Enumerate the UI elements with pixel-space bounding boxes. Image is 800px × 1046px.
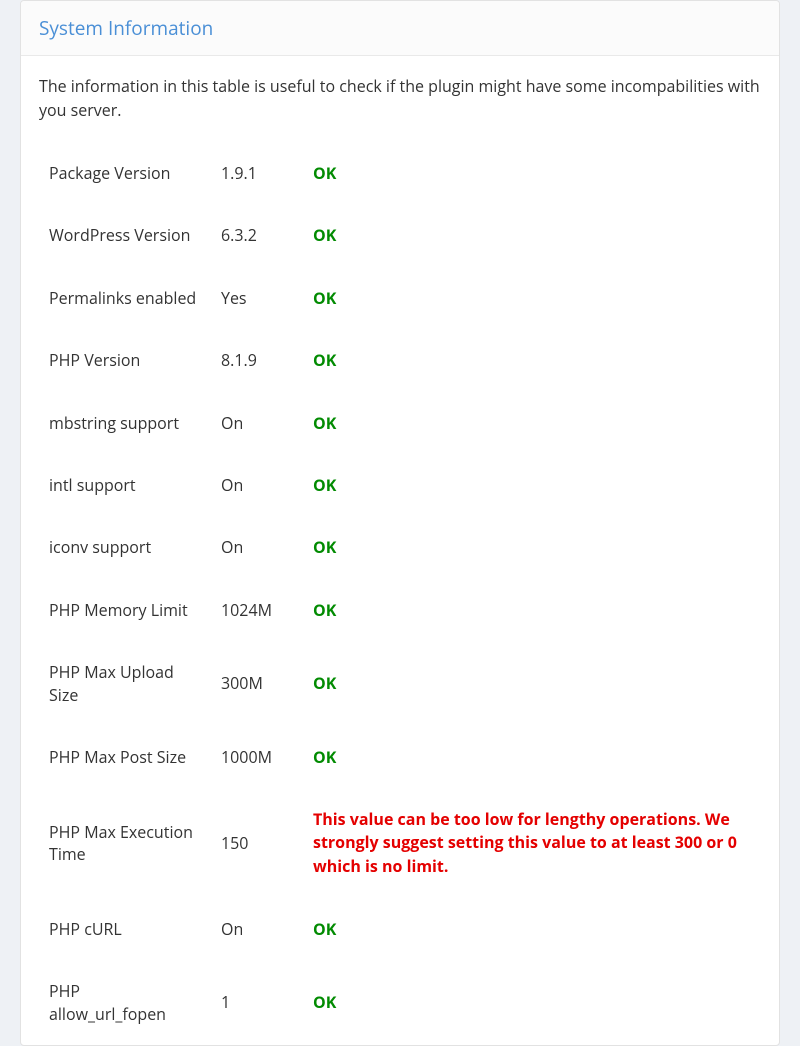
table-row: PHP Memory Limit1024M OK	[39, 579, 761, 641]
status-warning-label: This value can be too low for lengthy op…	[313, 808, 737, 876]
panel-body: The information in this table is useful …	[21, 56, 779, 1045]
system-info-table: Package Version1.9.1OKWordPress Version6…	[39, 142, 761, 1045]
status-ok-label: OK	[313, 287, 336, 309]
table-row: iconv supportOn OK	[39, 516, 761, 578]
row-label: iconv support	[39, 516, 211, 578]
row-value: 1	[211, 960, 303, 1045]
row-label: WordPress Version	[39, 204, 211, 266]
status-ok-label: OK	[313, 746, 336, 768]
table-row: PHP cURLOn OK	[39, 898, 761, 960]
row-value: On	[211, 392, 303, 454]
status-ok-label: OK	[313, 474, 336, 496]
status-ok-label: OK	[313, 672, 336, 694]
panel-header: System Information	[21, 1, 779, 56]
table-row: PHP Version8.1.9 OK	[39, 329, 761, 391]
row-status: OK	[303, 898, 761, 960]
row-status: OK	[303, 392, 761, 454]
panel-title: System Information	[39, 15, 761, 41]
row-value: 150	[211, 788, 303, 898]
row-value: 300M	[211, 641, 303, 726]
table-row: PHP Max Execution Time150This value can …	[39, 788, 761, 898]
table-row: intl supportOn OK	[39, 454, 761, 516]
row-status: OK	[303, 516, 761, 578]
row-label: PHP Version	[39, 329, 211, 391]
row-status: OK	[303, 454, 761, 516]
table-row: Package Version1.9.1 OK	[39, 142, 761, 204]
panel-description: The information in this table is useful …	[39, 74, 761, 122]
table-row: WordPress Version6.3.2 OK	[39, 204, 761, 266]
row-label: PHP Max Execution Time	[39, 788, 211, 898]
row-status: OK	[303, 579, 761, 641]
row-status: OK	[303, 726, 761, 788]
row-status: OK	[303, 641, 761, 726]
status-ok-label: OK	[313, 162, 336, 184]
row-value: On	[211, 454, 303, 516]
row-label: PHP allow_url_fopen	[39, 960, 211, 1045]
row-value: On	[211, 898, 303, 960]
row-status: OK	[303, 267, 761, 329]
row-label: Permalinks enabled	[39, 267, 211, 329]
row-value: 8.1.9	[211, 329, 303, 391]
row-label: PHP cURL	[39, 898, 211, 960]
status-ok-label: OK	[313, 349, 336, 371]
status-ok-label: OK	[313, 412, 336, 434]
row-value: 1024M	[211, 579, 303, 641]
row-label: intl support	[39, 454, 211, 516]
status-ok-label: OK	[313, 599, 336, 621]
row-status: OK	[303, 960, 761, 1045]
status-ok-label: OK	[313, 918, 336, 940]
status-ok-label: OK	[313, 536, 336, 558]
row-value: 1.9.1	[211, 142, 303, 204]
table-row: mbstring supportOn OK	[39, 392, 761, 454]
row-label: PHP Memory Limit	[39, 579, 211, 641]
table-row: Permalinks enabledYes OK	[39, 267, 761, 329]
table-row: PHP Max Post Size1000M OK	[39, 726, 761, 788]
row-value: 6.3.2	[211, 204, 303, 266]
row-value: Yes	[211, 267, 303, 329]
row-value: On	[211, 516, 303, 578]
row-status: OK	[303, 329, 761, 391]
row-status: OK	[303, 204, 761, 266]
table-row: PHP allow_url_fopen1 OK	[39, 960, 761, 1045]
table-row: PHP Max Upload Size300M OK	[39, 641, 761, 726]
row-status: OK	[303, 142, 761, 204]
row-label: PHP Max Upload Size	[39, 641, 211, 726]
row-label: PHP Max Post Size	[39, 726, 211, 788]
row-value: 1000M	[211, 726, 303, 788]
status-ok-label: OK	[313, 224, 336, 246]
status-ok-label: OK	[313, 991, 336, 1013]
row-status: This value can be too low for lengthy op…	[303, 788, 761, 898]
row-label: mbstring support	[39, 392, 211, 454]
system-information-panel: System Information The information in th…	[20, 0, 780, 1046]
row-label: Package Version	[39, 142, 211, 204]
